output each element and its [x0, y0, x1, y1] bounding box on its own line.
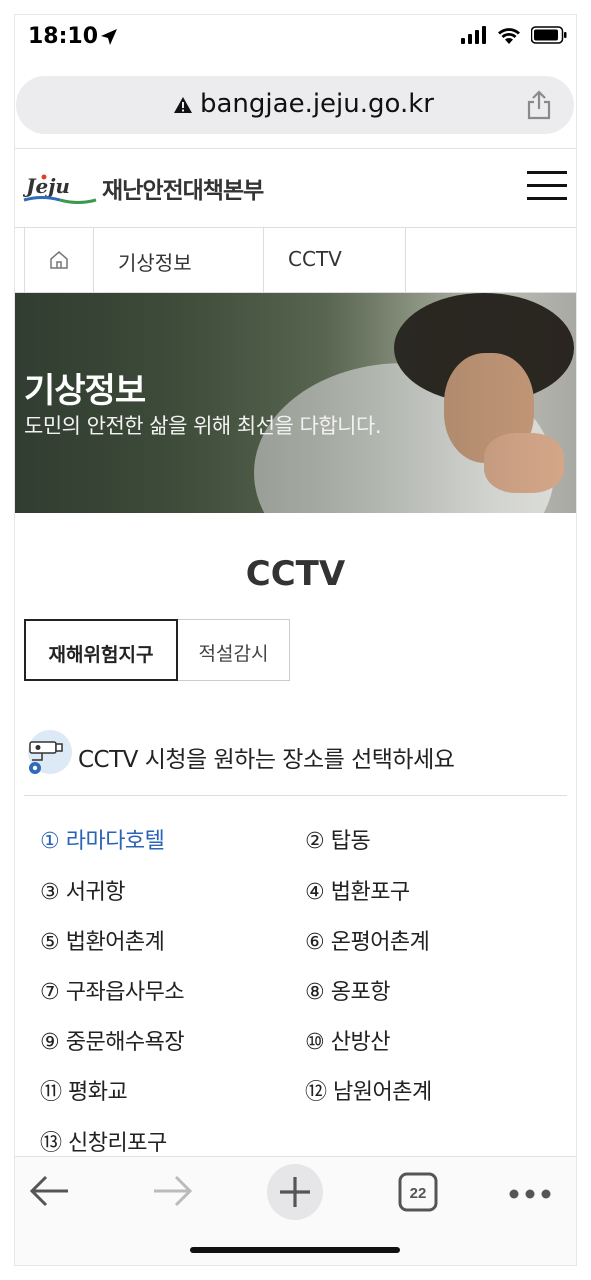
hero-banner: 기상정보 도민의 안전한 삶을 위해 최선을 다합니다. [14, 293, 577, 513]
page-title: CCTV [245, 554, 346, 594]
breadcrumb-label: 기상정보 [118, 251, 192, 275]
cellular-signal-icon [461, 26, 487, 48]
share-icon[interactable] [526, 90, 552, 124]
location-link-pyeonghwa-bridge[interactable]: ⑪ 평화교 [40, 1074, 128, 1106]
breadcrumb-item-cctv[interactable]: CCTV [264, 228, 406, 292]
tab-label: 적설감시 [198, 643, 269, 665]
address-bar[interactable]: bangjae.jeju.go.kr [16, 76, 574, 134]
breadcrumb-home[interactable] [24, 228, 94, 292]
instruction-text: CCTV 시청을 원하는 장소를 선택하세요 [78, 747, 455, 773]
breadcrumb-label: CCTV [288, 247, 342, 271]
site-header: Jeju 재난안전대책본부 [14, 149, 577, 227]
breadcrumb: 기상정보 CCTV [14, 227, 577, 293]
location-link-jungmun-beach[interactable]: ⑨ 중문해수욕장 [40, 1024, 185, 1056]
tab-count: 22 [410, 1185, 427, 1202]
location-link-seogwi-port[interactable]: ③ 서귀항 [40, 874, 125, 906]
instruction: CCTV 시청을 원하는 장소를 선택하세요 [24, 730, 567, 780]
status-bar: 18:10 [14, 14, 577, 60]
tab-snow-monitoring[interactable]: 적설감시 [178, 619, 290, 681]
warning-icon [174, 97, 192, 117]
screen: 18:10 bangjae.jeju.go.kr Jeju 재난안전대책본부 기… [14, 14, 577, 1266]
location-link-ramada-hotel[interactable]: ① 라마다호텔 [40, 823, 165, 855]
site-title[interactable]: 재난안전대책본부 [102, 171, 264, 205]
new-tab-plus-icon[interactable] [266, 1163, 324, 1225]
location-arrow-icon [100, 28, 118, 50]
location-link-sinchang-port[interactable]: ⑬ 신창리포구 [40, 1125, 167, 1157]
tab-label: 재해위험지구 [48, 644, 154, 666]
location-link-beophwan-fishing[interactable]: ⑤ 법환어촌계 [40, 924, 165, 956]
location-link-tapdong[interactable]: ② 탑동 [305, 823, 371, 855]
hero-title: 기상정보 [24, 371, 146, 411]
breadcrumb-item-weather[interactable]: 기상정보 [94, 228, 264, 292]
home-indicator [190, 1247, 400, 1253]
wifi-icon [497, 26, 521, 48]
location-link-ongpo-port[interactable]: ⑧ 옹포항 [305, 974, 390, 1006]
battery-icon [530, 26, 567, 48]
tab-switcher-icon[interactable]: 22 [398, 1172, 438, 1216]
location-link-gujwa-office[interactable]: ⑦ 구좌읍사무소 [40, 974, 185, 1006]
hero-subtitle: 도민의 안전한 삶을 위해 최선을 다합니다. [24, 414, 382, 438]
jeju-logo[interactable]: Jeju [22, 171, 98, 211]
location-link-namwon-fishing[interactable]: ⑫ 남원어촌계 [305, 1074, 432, 1106]
status-icons [461, 26, 567, 48]
url-text[interactable]: bangjae.jeju.go.kr [200, 89, 434, 119]
location-link-sanbangsan[interactable]: ⑩ 산방산 [305, 1024, 390, 1056]
location-link-beophwan-port[interactable]: ④ 법환포구 [305, 874, 410, 906]
back-arrow-icon[interactable] [28, 1173, 72, 1213]
location-link-onpyeong-fishing[interactable]: ⑥ 온평어촌계 [305, 924, 430, 956]
more-options-icon[interactable] [508, 1185, 552, 1204]
home-icon [49, 250, 69, 275]
forward-arrow-icon[interactable] [150, 1173, 194, 1213]
hamburger-menu-icon[interactable] [527, 171, 567, 203]
cctv-camera-icon [24, 730, 72, 782]
tab-disaster-risk-zone[interactable]: 재해위험지구 [24, 619, 178, 681]
status-time: 18:10 [28, 24, 99, 49]
divider [24, 795, 567, 796]
